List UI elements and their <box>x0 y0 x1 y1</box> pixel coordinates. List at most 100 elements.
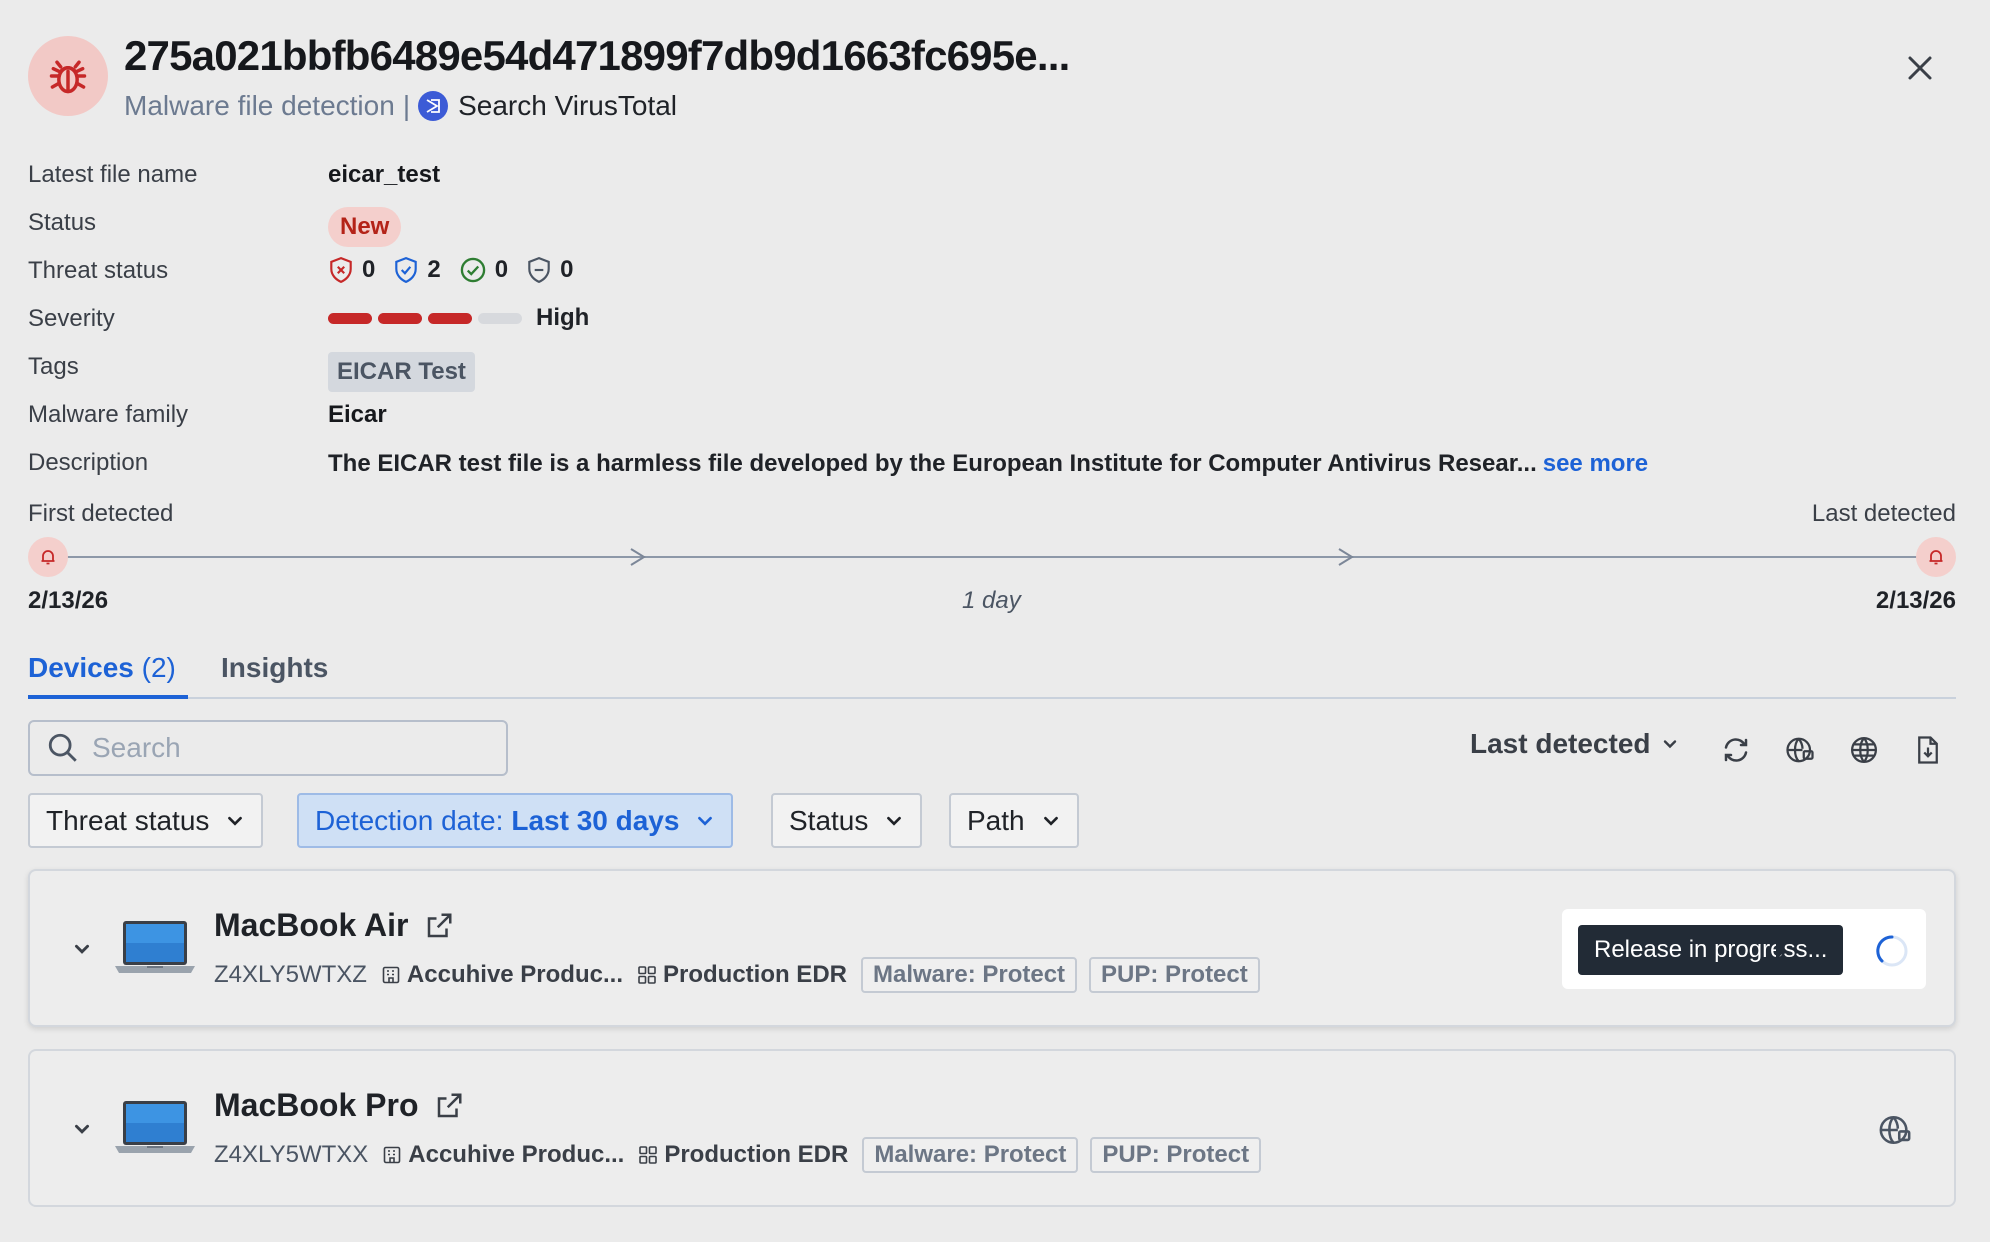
search-input[interactable] <box>92 732 472 764</box>
severity-label: Severity <box>28 305 115 332</box>
first-detected-label: First detected <box>28 500 174 527</box>
shield-check-icon <box>395 256 418 284</box>
tab-devices-label: Devices <box>28 652 134 683</box>
search-virustotal-link[interactable]: Search VirusTotal <box>418 90 677 122</box>
page-title: 275a021bbfb6489e54d471899f7db9d1663fc695… <box>124 32 1070 79</box>
tabs-divider <box>28 697 1956 699</box>
device-serial: Z4XLY5WTXX <box>214 1141 369 1168</box>
threat-protected: 2 <box>393 256 441 284</box>
device-name: MacBook Pro <box>214 1087 464 1124</box>
chevron-down-icon <box>1663 740 1676 749</box>
building-icon <box>382 966 400 984</box>
tooltip-arrow <box>1776 940 1786 960</box>
threat-status-filter[interactable]: Threat status <box>28 793 264 848</box>
building-icon <box>383 1146 401 1164</box>
device-meta: Z4XLY5WTXX Accuhive Produc... Production… <box>214 1137 1273 1173</box>
chevron-down-icon <box>228 816 243 826</box>
threat-malicious-count: 0 <box>362 256 376 283</box>
path-filter[interactable]: Path <box>949 793 1079 848</box>
subtitle-separator: | <box>402 90 411 121</box>
close-button[interactable] <box>1896 44 1944 92</box>
status-badge: New <box>328 207 402 247</box>
chevron-down-icon <box>887 816 902 826</box>
refresh-button[interactable] <box>1716 730 1756 770</box>
threat-status-label: Threat status <box>28 257 169 284</box>
expand-device-button[interactable] <box>66 933 98 965</box>
grid-icon <box>638 966 656 984</box>
loading-spinner-icon <box>1876 935 1908 967</box>
device-organization: Accuhive Produc... <box>381 961 623 989</box>
detection-date-filter[interactable]: Detection date: Last 30 days <box>297 793 734 848</box>
malware-policy-chip: Malware: Protect <box>862 1137 1079 1173</box>
first-detected-date: 2/13/26 <box>28 587 109 614</box>
refresh-icon <box>1724 738 1748 762</box>
threat-resolved: 0 <box>459 256 508 284</box>
tab-insights[interactable]: Insights <box>221 652 328 684</box>
download-report-icon <box>1918 736 1938 764</box>
tags-label: Tags <box>28 353 79 380</box>
device-card[interactable]: MacBook Air Z4XLY5WTXZ Accuhive Produc..… <box>28 869 1956 1027</box>
timeline-arrow-icon <box>1338 548 1354 566</box>
open-device-link[interactable] <box>424 911 454 941</box>
detection-date-filter-label: Detection date: <box>315 804 504 836</box>
laptop-icon <box>115 921 195 973</box>
device-name: MacBook Air <box>214 907 454 944</box>
severity-meter: High <box>328 304 589 332</box>
grid-icon <box>639 1146 658 1164</box>
threat-other-count: 0 <box>560 256 574 283</box>
status-label: Status <box>28 209 97 236</box>
search-box[interactable] <box>28 720 508 776</box>
bug-avatar <box>28 36 108 116</box>
pup-policy-chip: PUP: Protect <box>1089 957 1260 993</box>
check-circle-icon <box>460 257 485 283</box>
bell-icon <box>1929 550 1943 565</box>
malware-family-value: Eicar <box>328 401 387 428</box>
status-filter-label: Status <box>789 804 869 836</box>
chevron-down-icon <box>75 1124 89 1134</box>
globe-network-icon <box>1786 737 1814 763</box>
open-device-link[interactable] <box>434 1091 464 1121</box>
device-name-text: MacBook Pro <box>214 1087 419 1123</box>
timeline-arrow-icon <box>630 548 646 566</box>
severity-bar-2 <box>378 312 422 324</box>
globe-network-icon <box>1879 1115 1911 1145</box>
description-label: Description <box>28 449 149 476</box>
malware-policy-chip: Malware: Protect <box>860 957 1078 993</box>
isolate-device-button[interactable] <box>1878 1113 1912 1152</box>
severity-bar-1 <box>328 312 372 324</box>
severity-bar-3 <box>428 312 472 324</box>
severity-value: High <box>536 304 590 331</box>
last-detected-marker <box>1916 537 1956 577</box>
device-organization-text: Accuhive Produc... <box>408 1141 625 1168</box>
device-card[interactable]: MacBook Pro Z4XLY5WTXX Accuhive Produc..… <box>28 1049 1956 1207</box>
threat-resolved-count: 0 <box>494 256 509 283</box>
detection-type: Malware file detection <box>124 90 395 121</box>
device-plan-text: Production EDR <box>662 961 847 988</box>
see-more-link[interactable]: see more <box>1543 450 1648 478</box>
threat-status-filter-label: Threat status <box>46 804 210 836</box>
last-detected-date: 2/13/26 <box>1875 587 1956 614</box>
expand-device-button[interactable] <box>66 1113 98 1145</box>
sort-dropdown[interactable]: Last detected <box>1470 728 1679 760</box>
globe-button[interactable] <box>1844 730 1884 770</box>
sort-dropdown-label: Last detected <box>1470 728 1651 759</box>
network-isolate-button[interactable] <box>1780 730 1820 770</box>
laptop-icon <box>115 1101 195 1153</box>
export-report-button[interactable] <box>1908 730 1948 770</box>
status-filter[interactable]: Status <box>771 793 923 848</box>
device-plan-text: Production EDR <box>664 1141 849 1168</box>
threat-protected-count: 2 <box>427 256 441 283</box>
release-tooltip: Release in progress... <box>1578 925 1844 975</box>
device-plan: Production EDR <box>637 961 847 989</box>
close-icon <box>1908 56 1932 80</box>
detection-date-filter-value: Last 30 days <box>511 804 680 836</box>
page-subtitle: Malware file detection | Search VirusTot… <box>124 90 677 122</box>
device-plan: Production EDR <box>638 1141 848 1169</box>
globe-icon <box>1851 737 1877 763</box>
external-link-icon <box>428 913 452 937</box>
malware-family-label: Malware family <box>28 401 189 428</box>
threat-status-counts: 0 2 0 0 <box>328 256 591 284</box>
timeline-line <box>48 556 1938 558</box>
tab-devices[interactable]: Devices (2) <box>28 652 176 684</box>
threat-other: 0 <box>526 256 573 284</box>
